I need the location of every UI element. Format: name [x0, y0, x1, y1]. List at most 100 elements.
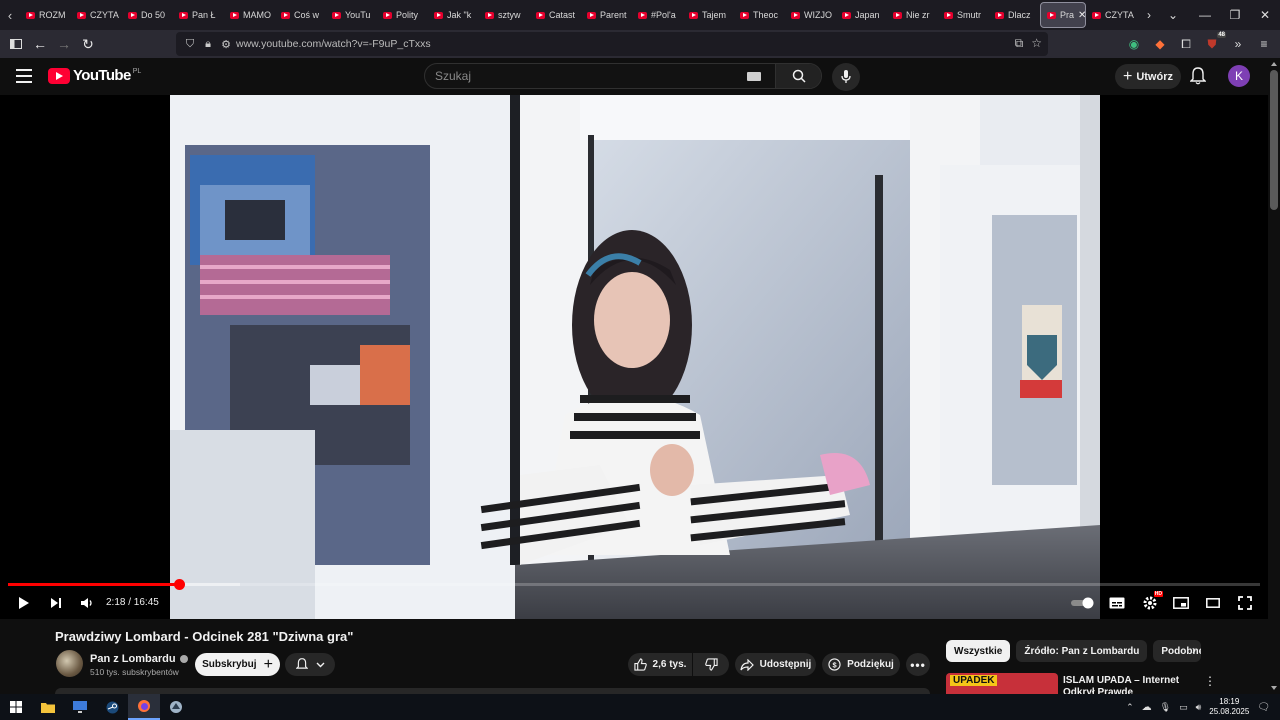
youtube-logo[interactable]: YouTube PL	[48, 68, 141, 84]
extensions-puzzle-icon[interactable]: ⧠	[1176, 34, 1196, 54]
recommendation-menu-icon[interactable]: ⋮	[1204, 674, 1216, 688]
guide-menu-icon[interactable]	[16, 69, 32, 83]
video-player[interactable]: 2:18 / 16:45 HD	[0, 95, 1268, 619]
file-explorer-icon[interactable]	[32, 694, 64, 720]
minimize-icon[interactable]: —	[1190, 0, 1220, 30]
tab[interactable]: Do 50	[122, 2, 173, 28]
create-button[interactable]: + Utwórz	[1115, 64, 1181, 89]
voice-search-button[interactable]	[832, 63, 860, 91]
tabs-scroll-right-icon[interactable]: ›	[1137, 0, 1161, 30]
url-text[interactable]: www.youtube.com/watch?v=-F9uP_cTxxs	[236, 38, 431, 50]
tab[interactable]: CZYTA	[71, 2, 122, 28]
tab[interactable]: WIZJO	[785, 2, 836, 28]
theater-mode-button[interactable]	[1203, 591, 1223, 615]
search-button[interactable]	[775, 64, 821, 88]
tab[interactable]: Jak "k	[428, 2, 479, 28]
video-frame[interactable]	[170, 95, 1100, 619]
subscribe-button[interactable]: Subskrybuj +	[195, 653, 280, 676]
thanks-button[interactable]: $ Podziękuj	[822, 653, 900, 676]
url-bar[interactable]: ⛉ 🔒︎ ⚙︎ www.youtube.com/watch?v=-F9uP_cT…	[176, 32, 1048, 56]
like-button[interactable]: 2,6 tys.	[628, 653, 692, 676]
tab-close-icon[interactable]: ✕	[1078, 10, 1085, 21]
tabs-scroll-left-icon[interactable]: ‹	[0, 0, 20, 30]
fullscreen-button[interactable]	[1235, 591, 1255, 615]
monitor-app-icon[interactable]	[64, 694, 96, 720]
scroll-up-icon[interactable]	[1271, 62, 1277, 66]
cloud-icon[interactable]: ☁	[1142, 702, 1152, 713]
progress-bar[interactable]	[8, 579, 1260, 590]
tab[interactable]: Theoc	[734, 2, 785, 28]
chip-from-channel[interactable]: Źródło: Pan z Lombardu	[1016, 640, 1148, 662]
tab[interactable]: YouTu	[326, 2, 377, 28]
extension-fox-icon[interactable]: ◆	[1150, 34, 1170, 54]
tab[interactable]: Pan Ł	[173, 2, 224, 28]
app-menu-icon[interactable]: ≡	[1254, 34, 1274, 54]
tab[interactable]: Smutr	[938, 2, 989, 28]
list-all-tabs-icon[interactable]: ⌄	[1161, 0, 1185, 30]
dislike-button[interactable]	[693, 653, 729, 676]
account-avatar[interactable]: K	[1228, 65, 1250, 87]
tab[interactable]: Nie zr	[887, 2, 938, 28]
mute-button[interactable]	[77, 591, 97, 615]
tab[interactable]: #Pol'a	[632, 2, 683, 28]
shield-icon[interactable]: ⛉	[182, 38, 198, 51]
settings-button[interactable]: HD	[1139, 591, 1163, 615]
picture-in-picture-icon[interactable]: ⧉	[1015, 36, 1024, 51]
share-button[interactable]: Udostępnij	[735, 653, 816, 676]
page-scrollbar[interactable]	[1268, 58, 1280, 694]
tab[interactable]: Parent	[581, 2, 632, 28]
tab[interactable]: sztyw	[479, 2, 530, 28]
channel-avatar[interactable]	[56, 650, 83, 677]
tab[interactable]: ROZM	[20, 2, 71, 28]
tab-active[interactable]: Pra ✕	[1040, 2, 1086, 28]
recommendation-thumbnail[interactable]: UPADEK	[946, 673, 1058, 694]
speaker-icon[interactable]: 🔊︎	[1196, 702, 1202, 713]
search-input[interactable]: Szukaj	[425, 69, 747, 83]
extension-ublock-icon[interactable]: ⛊ 48	[1202, 32, 1226, 54]
clock[interactable]: 18:19 25.08.2025	[1209, 697, 1249, 717]
forward-icon[interactable]: →	[52, 30, 76, 58]
miniplayer-button[interactable]	[1171, 591, 1191, 615]
chips-next-icon[interactable]: ›	[1192, 643, 1196, 657]
scrollbar-thumb[interactable]	[1270, 70, 1278, 210]
notifications-bell-icon[interactable]	[1189, 67, 1208, 87]
recommendation-title[interactable]: ISLAM UPADA – Internet Odkrył Prawdę	[1063, 675, 1201, 694]
subtitles-button[interactable]	[1107, 591, 1127, 615]
firefox-icon[interactable]	[128, 694, 160, 720]
play-button[interactable]	[14, 591, 34, 615]
tab[interactable]: Polity	[377, 2, 428, 28]
tab[interactable]: Tajem	[683, 2, 734, 28]
extension-shield-icon[interactable]: ◉	[1124, 34, 1144, 54]
search-box[interactable]: Szukaj	[424, 63, 822, 89]
microphone-tray-icon[interactable]: 🎙︎	[1160, 702, 1171, 713]
bookmark-star-icon[interactable]: ☆	[1031, 36, 1042, 51]
tray-chevron-up-icon[interactable]: ⌃	[1126, 702, 1134, 713]
permissions-icon[interactable]: ⚙︎	[218, 38, 234, 51]
next-video-button[interactable]	[46, 591, 66, 615]
reload-icon[interactable]: ↻	[76, 30, 100, 58]
restore-icon[interactable]: ❐	[1220, 0, 1250, 30]
window-close-icon[interactable]: ✕	[1250, 0, 1280, 30]
chip-all[interactable]: Wszystkie	[946, 640, 1011, 662]
tab[interactable]: Japan	[836, 2, 887, 28]
sidebar-toggle-icon[interactable]	[4, 30, 28, 58]
windows-start-icon[interactable]	[0, 694, 32, 720]
tab[interactable]: MAMO	[224, 2, 275, 28]
autoplay-toggle[interactable]	[1070, 591, 1096, 615]
back-icon[interactable]: ←	[28, 30, 52, 58]
scroll-down-icon[interactable]	[1271, 686, 1277, 690]
notification-preferences-button[interactable]	[285, 653, 335, 676]
tab[interactable]: Catast	[530, 2, 581, 28]
lock-icon[interactable]: 🔒︎	[200, 38, 216, 51]
overflow-menu-icon[interactable]: »	[1228, 34, 1248, 54]
notifications-icon[interactable]: 🗨︎	[1257, 702, 1270, 713]
keyboard-icon[interactable]	[747, 71, 761, 81]
channel-name[interactable]: Pan z Lombardu	[90, 653, 188, 665]
network-icon[interactable]: ▭	[1179, 702, 1188, 713]
tab[interactable]: Dlacz	[989, 2, 1040, 28]
steam-icon[interactable]	[96, 694, 128, 720]
tab-after-active[interactable]: CZYTA	[1086, 2, 1137, 28]
tab[interactable]: Coś w	[275, 2, 326, 28]
more-actions-button[interactable]: •••	[906, 653, 930, 676]
app-icon-misc[interactable]	[160, 694, 192, 720]
